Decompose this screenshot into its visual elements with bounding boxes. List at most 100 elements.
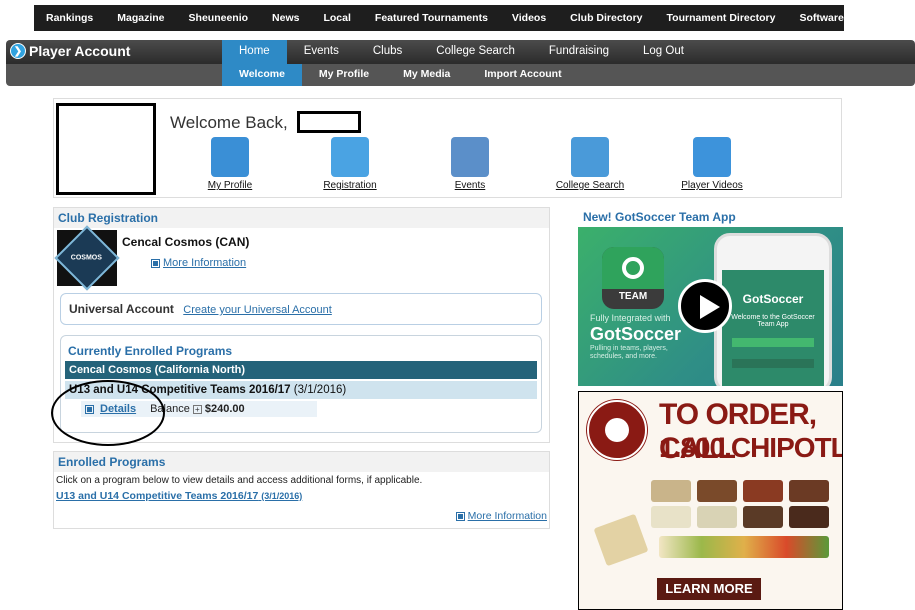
create-universal-account-link[interactable]: Create your Universal Account — [183, 304, 332, 316]
subtab-my-profile[interactable]: My Profile — [302, 64, 386, 86]
account-tabs: Home Events Clubs College Search Fundrai… — [222, 40, 701, 64]
tortillas — [593, 513, 649, 567]
enrolled-program-date: (3/1/2016) — [293, 384, 347, 396]
nav-club-directory[interactable]: Club Directory — [570, 12, 642, 24]
clock-icon — [451, 137, 489, 177]
quick-link-registration-label[interactable]: Registration — [323, 180, 376, 191]
nav-software[interactable]: Software — [799, 12, 843, 24]
currently-enrolled-heading: Currently Enrolled Programs — [68, 344, 233, 358]
enrolled-club-name: Cencal Cosmos (California North) — [65, 361, 537, 379]
chipotle-line2: 1.800.CHIPOTLE — [659, 432, 842, 463]
enrolled-more-information-label[interactable]: More Information — [468, 510, 547, 522]
nav-magazine[interactable]: Magazine — [117, 12, 164, 24]
enrolled-programs-panel: Enrolled Programs Click on a program bel… — [53, 451, 550, 529]
nav-videos[interactable]: Videos — [512, 12, 546, 24]
food-tray — [697, 480, 737, 502]
avatar — [56, 103, 156, 195]
tab-clubs[interactable]: Clubs — [356, 40, 419, 64]
quick-link-college-search[interactable]: College Search — [540, 137, 640, 191]
quick-link-player-videos[interactable]: Player Videos — [662, 137, 762, 191]
tab-home[interactable]: Home — [222, 40, 287, 64]
enrolled-more-information-link[interactable]: More Information — [455, 510, 547, 522]
profile-icon — [211, 137, 249, 177]
quick-link-my-profile[interactable]: My Profile — [180, 137, 280, 191]
enrolled-program-link-name[interactable]: U13 and U14 Competitive Teams 2016/17 — [56, 490, 258, 502]
universal-account-box: Universal Account Create your Universal … — [60, 293, 542, 325]
program-detail-row: Details Balance + $240.00 — [81, 401, 317, 417]
quick-link-events[interactable]: Events — [420, 137, 520, 191]
tab-fundraising[interactable]: Fundraising — [532, 40, 626, 64]
top-nav-bar: Rankings Magazine Sheuneenio News Local … — [34, 5, 844, 31]
building-icon — [571, 137, 609, 177]
app-ad-line1: Fully Integrated with — [590, 313, 671, 323]
nav-news[interactable]: News — [272, 12, 299, 24]
tab-log-out[interactable]: Log Out — [626, 40, 701, 64]
team-app-icon: TEAM — [602, 247, 664, 309]
nav-rankings[interactable]: Rankings — [46, 12, 93, 24]
enrolled-programs-description: Click on a program below to view details… — [56, 475, 423, 486]
quick-link-college-search-label[interactable]: College Search — [556, 180, 624, 191]
balance-value: $240.00 — [204, 403, 245, 415]
currently-enrolled-programs: Currently Enrolled Programs Cencal Cosmo… — [60, 335, 542, 433]
app-ad-brand: GotSoccer — [590, 324, 682, 344]
nav-sheuneenio[interactable]: Sheuneenio — [189, 12, 249, 24]
balance-label: Balance — [150, 403, 190, 415]
subtab-welcome[interactable]: Welcome — [222, 64, 302, 86]
expand-plus-icon[interactable]: + — [192, 404, 202, 414]
enrolled-program-link[interactable]: U13 and U14 Competitive Teams 2016/17 (3… — [54, 486, 549, 506]
quick-link-my-profile-label[interactable]: My Profile — [208, 180, 252, 191]
club-registration-panel: Club Registration COSMOS Cencal Cosmos (… — [53, 207, 550, 443]
shield-icon: COSMOS — [54, 225, 120, 291]
details-link[interactable]: Details — [100, 403, 136, 415]
details-icon — [85, 404, 94, 414]
player-account-title: ❯ Player Account — [10, 43, 130, 59]
club-more-information-label[interactable]: More Information — [163, 257, 246, 269]
app-ad-line3: Pulling in teams, players, schedules, an… — [590, 345, 668, 360]
welcome-panel: Welcome Back, My Profile Registration Ev… — [53, 98, 842, 198]
nav-featured-tournaments[interactable]: Featured Tournaments — [375, 12, 488, 24]
welcome-greeting: Welcome Back, — [170, 113, 288, 132]
quick-link-events-label[interactable]: Events — [455, 180, 486, 191]
team-app-label: TEAM — [618, 291, 648, 302]
tab-college-search[interactable]: College Search — [419, 40, 532, 64]
tab-events[interactable]: Events — [287, 40, 356, 64]
food-tray — [743, 480, 783, 502]
phone-welcome-text: Welcome to the GotSoccer Team App — [731, 314, 815, 328]
sub-nav-bar: Welcome My Profile My Media Import Accou… — [6, 64, 915, 86]
phone-brand: GotSoccer — [742, 292, 804, 306]
enrolled-programs-heading: Enrolled Programs — [54, 452, 549, 472]
nav-tournament-directory[interactable]: Tournament Directory — [667, 12, 776, 24]
chipotle-ad[interactable]: TO ORDER, CALL 1.800.CHIPOTLE LEARN MORE — [578, 391, 843, 610]
food-tray — [697, 506, 737, 528]
enrolled-program-row: U13 and U14 Competitive Teams 2016/17 (3… — [65, 381, 537, 399]
club-more-information-link[interactable]: More Information — [151, 257, 246, 269]
subtab-import-account[interactable]: Import Account — [467, 64, 578, 86]
chipotle-logo-icon — [587, 400, 647, 460]
quick-link-registration[interactable]: Registration — [300, 137, 400, 191]
phone-screen: GotSoccer Welcome to the GotSoccer Team … — [722, 270, 824, 386]
player-account-label: Player Account — [29, 43, 131, 59]
food-tray — [651, 506, 691, 528]
quick-link-player-videos-label[interactable]: Player Videos — [681, 180, 743, 191]
club-registration-heading: Club Registration — [54, 208, 549, 228]
enrolled-program-link-date[interactable]: (3/1/2016) — [261, 491, 302, 501]
player-account-bar: ❯ Player Account Home Events Clubs Colle… — [6, 40, 915, 64]
subtab-my-media[interactable]: My Media — [386, 64, 467, 86]
food-tray — [651, 480, 691, 502]
universal-account-label: Universal Account — [69, 302, 174, 316]
salsa-row — [659, 536, 829, 558]
sub-tabs: Welcome My Profile My Media Import Accou… — [222, 64, 579, 86]
flag-icon — [331, 137, 369, 177]
top-nav: Rankings Magazine Sheuneenio News Local … — [0, 0, 915, 40]
learn-more-button[interactable]: LEARN MORE — [657, 578, 761, 600]
food-tray — [789, 480, 829, 502]
club-name: Cencal Cosmos (CAN) — [122, 235, 250, 249]
nav-local[interactable]: Local — [323, 12, 350, 24]
external-link-icon — [455, 511, 465, 521]
user-name-redacted — [297, 111, 361, 133]
club-logo: COSMOS — [54, 225, 120, 291]
enrolled-program-name: U13 and U14 Competitive Teams 2016/17 — [69, 384, 291, 396]
gotsoccer-app-ad[interactable]: TEAM Fully Integrated with GotSoccer Pul… — [578, 227, 843, 386]
food-tray — [789, 506, 829, 528]
play-icon[interactable] — [678, 279, 732, 333]
